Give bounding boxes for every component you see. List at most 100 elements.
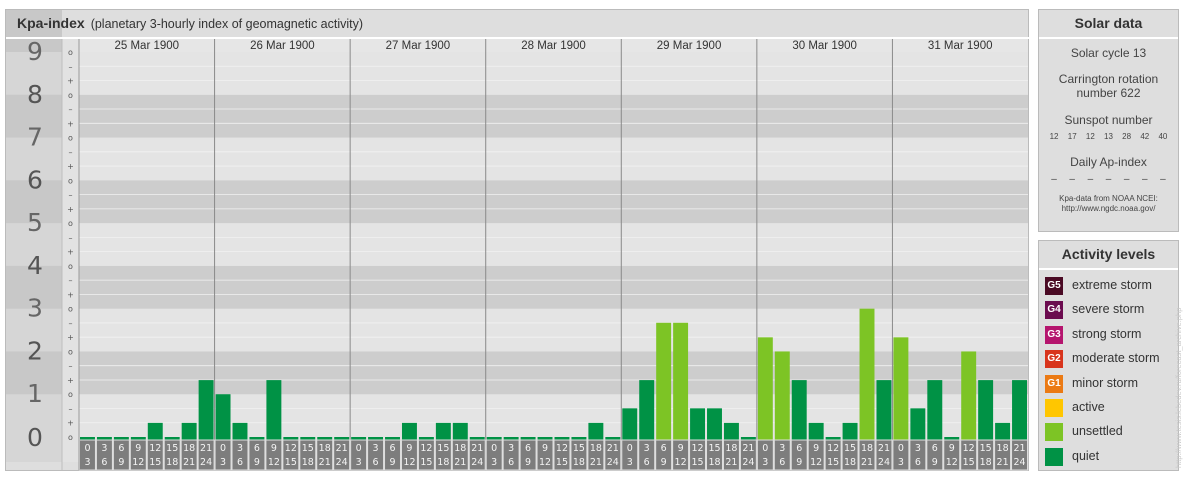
hour-bin-start: 3 [779,443,785,454]
hour-bin-end: 9 [389,457,395,468]
hour-bin-start: 3 [373,443,379,454]
thirds-label: + [67,419,74,428]
kp-bar [791,380,807,440]
ap-index-values: – – – – – – – [1039,174,1178,185]
hour-bin-start: 9 [542,443,548,454]
kp-bar [757,337,773,440]
hour-bin-end: 12 [132,457,144,468]
hour-bin-end: 3 [84,457,90,468]
chart-title-text: Kpa-index [17,15,85,31]
hour-bin-end: 18 [302,457,314,468]
hour-bin-end: 15 [963,457,975,468]
sunspot-value: 17 [1067,132,1077,141]
hour-bin-start: 6 [254,443,260,454]
level-label: extreme storm [1072,278,1152,292]
hour-bin-end: 15 [285,457,297,468]
kp-bar [639,380,655,440]
hour-bin-end: 3 [491,457,497,468]
hour-bin-start: 15 [573,443,585,454]
thirds-label: + [67,290,74,299]
hour-bin-end: 21 [997,457,1009,468]
kp-bar [927,380,943,440]
level-badge: G2 [1045,350,1063,369]
kp-bar [401,422,417,440]
hour-bin-end: 12 [539,457,551,468]
level-badge: G4 [1045,301,1063,320]
thirds-label: – [69,404,73,413]
thirds-label: o [68,219,73,228]
hour-bin-start: 0 [356,443,362,454]
kp-bar [842,422,858,440]
hour-bin-start: 0 [762,443,768,454]
thirds-label: o [68,91,73,100]
hour-bin-start: 6 [118,443,124,454]
hour-bin-start: 18 [997,443,1009,454]
y-tick-label: 7 [27,123,43,152]
sunspot-value: 42 [1140,132,1150,141]
kp-bar [978,380,994,440]
hour-bin-start: 12 [963,443,975,454]
thirds-label: o [68,347,73,356]
thirds-label: + [67,333,74,342]
ap-value: – [1160,174,1166,185]
hour-bin-start: 3 [237,443,243,454]
thirds-label: – [69,362,73,371]
hour-bin-start: 18 [319,443,331,454]
thirds-label: – [69,233,73,242]
hour-bin-end: 12 [946,457,958,468]
hour-bin-end: 6 [237,457,243,468]
level-label: moderate storm [1072,351,1160,366]
sunspot-values: 12 17 12 13 28 42 40 [1039,132,1178,141]
solar-data-title: Solar data [1039,10,1178,39]
ap-value: – [1051,174,1057,185]
source-line-2: http://www.ngdc.noaa.gov/ [1061,204,1156,213]
hour-bin-end: 24 [607,457,619,468]
hour-bin-start: 15 [302,443,314,454]
hour-bin-end: 6 [508,457,514,468]
y-tick-label: 3 [27,294,43,323]
hour-bin-end: 18 [573,457,585,468]
sunspot-value: 13 [1104,132,1113,141]
hour-bin-end: 24 [336,457,348,468]
day-label: 29 Mar 1900 [657,40,722,52]
plot-band [79,52,1028,95]
level-badge: G3 [1045,325,1063,344]
credit-url: http://www.tesis.lebedev.ru/forecast_arc… [1174,307,1183,468]
y-tick-label: 6 [27,165,43,194]
thirds-label: – [69,276,73,285]
hour-bin-start: 0 [898,443,904,454]
hour-bin-start: 9 [135,443,141,454]
y-tick-label: 8 [27,80,43,109]
hour-bin-start: 15 [980,443,992,454]
thirds-label: – [69,105,73,114]
hour-bin-end: 15 [827,457,839,468]
kp-bar [266,380,282,440]
level-row: G5 extreme storm [1039,274,1178,298]
day-label: 28 Mar 1900 [521,40,586,52]
thirds-label: o [68,305,73,314]
hour-bin-end: 15 [691,457,703,468]
thirds-label: o [68,262,73,271]
activity-levels-panel: Activity levels G5 extreme storm G4 seve… [1038,240,1179,471]
hour-bin-start: 6 [525,443,531,454]
hour-bin-end: 12 [675,457,687,468]
ap-value: – [1141,174,1148,185]
kp-bar [995,422,1011,440]
level-badge: G5 [1045,277,1063,295]
hour-bin-start: 18 [861,443,873,454]
hour-bin-end: 18 [980,457,992,468]
hour-bin-end: 9 [118,457,124,468]
kp-bar [723,422,739,440]
kp-bar [147,422,163,440]
y-tick-label: 2 [27,336,43,365]
thirds-label: + [67,119,74,128]
hour-bin-end: 9 [932,457,938,468]
thirds-label: o [68,48,73,57]
hour-bin-start: 3 [915,443,921,454]
thirds-label: – [69,62,73,71]
plot-band [79,137,1028,181]
hour-bin-start: 6 [796,443,802,454]
day-label: 25 Mar 1900 [114,40,179,52]
kpa-chart: 25 Mar 1900 26 Mar 1900 27 Mar 1900 28 Mar … [6,10,1030,471]
hour-bin-start: 0 [84,443,90,454]
